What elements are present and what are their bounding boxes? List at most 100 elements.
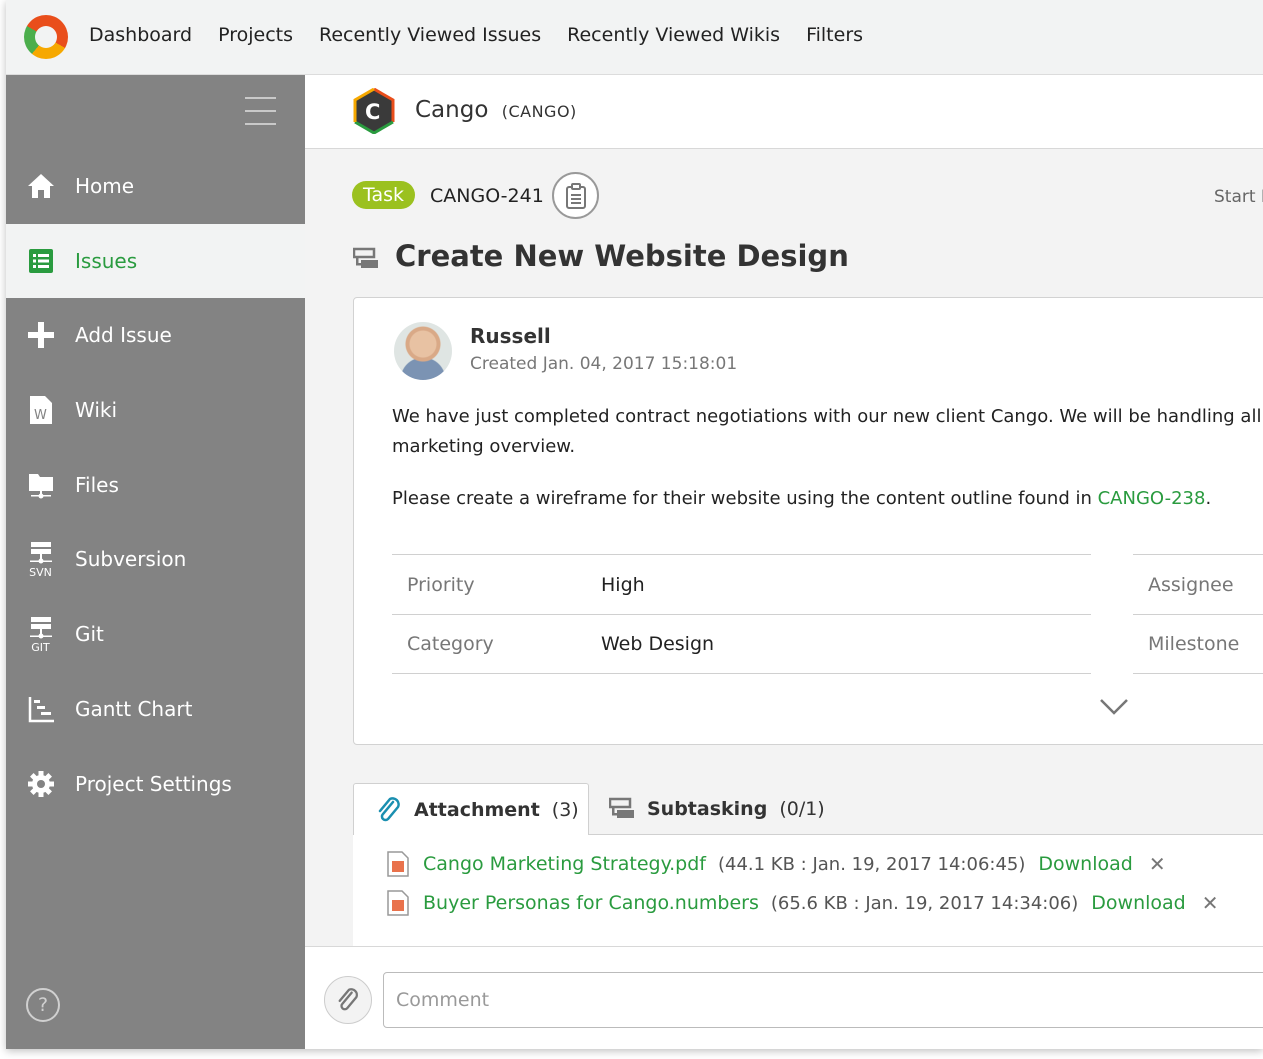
- description-suffix: .: [1205, 488, 1212, 509]
- comment-input[interactable]: [383, 972, 1263, 1028]
- attachment-meta: (44.1 KB : Jan. 19, 2017 14:06:45): [717, 853, 1026, 875]
- svn-icon: SVN: [6, 541, 75, 578]
- delete-icon[interactable]: ✕: [1149, 852, 1166, 876]
- field-row-category: Category Web Design: [392, 614, 1091, 674]
- wiki-document-icon: W: [6, 395, 75, 425]
- sidebar: Home Issues Add Issue W Wiki Files SVN S…: [6, 75, 305, 1049]
- nav-dashboard[interactable]: Dashboard: [89, 24, 192, 46]
- delete-icon[interactable]: ✕: [1202, 891, 1219, 915]
- project-name: Cango: [415, 97, 489, 123]
- sidebar-item-project-settings[interactable]: Project Settings: [6, 747, 305, 821]
- nav-projects[interactable]: Projects: [218, 24, 293, 46]
- sidebar-item-add-issue[interactable]: Add Issue: [6, 298, 305, 372]
- attach-file-button[interactable]: [324, 976, 372, 1024]
- sidebar-item-git[interactable]: GIT Git: [6, 597, 305, 671]
- project-key: (CANGO): [501, 102, 577, 121]
- nav-filters[interactable]: Filters: [806, 24, 863, 46]
- field-label: Milestone: [1148, 633, 1240, 655]
- sidebar-item-label: Wiki: [75, 398, 118, 422]
- issue-description: We have just completed contract negotiat…: [392, 406, 1262, 457]
- issue-link[interactable]: CANGO-238: [1098, 488, 1206, 509]
- sidebar-item-label: Git: [75, 622, 104, 646]
- issue-type-badge: Task: [352, 181, 416, 209]
- help-icon[interactable]: ?: [26, 988, 60, 1022]
- issues-list-icon: [6, 248, 75, 274]
- field-row-assignee: Assignee: [1133, 554, 1263, 614]
- project-header: C Cango (CANGO): [305, 75, 1263, 149]
- app-logo[interactable]: [24, 15, 68, 59]
- clipboard-icon: [565, 182, 586, 209]
- comment-bar: [305, 946, 1263, 1049]
- sidebar-item-label: Gantt Chart: [75, 697, 193, 721]
- plus-icon: [6, 321, 75, 349]
- created-info: Created Jan. 04, 2017 15:18:01: [470, 354, 737, 374]
- tab-subtasking[interactable]: Subtasking (0/1): [609, 783, 825, 835]
- download-link[interactable]: Download: [1038, 853, 1132, 875]
- avatar[interactable]: [394, 322, 452, 380]
- svg-text:W: W: [34, 408, 47, 423]
- description-text: Please create a wireframe for their webs…: [392, 488, 1098, 509]
- issue-description-line-2: Please create a wireframe for their webs…: [392, 488, 1211, 509]
- folder-icon: [6, 471, 75, 499]
- sidebar-item-subversion[interactable]: SVN Subversion: [6, 522, 305, 596]
- nav-recently-viewed-issues[interactable]: Recently Viewed Issues: [319, 24, 541, 46]
- subtask-icon: [609, 797, 634, 818]
- project-logo[interactable]: C: [351, 87, 397, 135]
- attachment-link[interactable]: Buyer Personas for Cango.numbers: [423, 892, 759, 914]
- gear-icon: [6, 770, 75, 798]
- sidebar-item-label: Subversion: [75, 547, 187, 571]
- field-row-milestone: Milestone: [1133, 614, 1263, 674]
- gantt-chart-icon: [6, 695, 75, 723]
- download-link[interactable]: Download: [1091, 892, 1185, 914]
- tab-attachment[interactable]: Attachment (3): [353, 783, 589, 836]
- created-label: Created: [470, 354, 538, 374]
- sidebar-item-label: Project Settings: [75, 772, 232, 796]
- sidebar-item-home[interactable]: Home: [6, 149, 305, 223]
- sidebar-item-label: Files: [75, 473, 119, 497]
- issue-detail-panel: Task CANGO-241 Start I Create New Websit…: [305, 149, 1263, 946]
- issue-fields-table-right: Assignee Milestone: [1133, 554, 1263, 674]
- hamburger-menu-icon[interactable]: [245, 97, 276, 127]
- attachment-link[interactable]: Cango Marketing Strategy.pdf: [423, 853, 706, 875]
- chevron-down-icon[interactable]: [1099, 698, 1129, 720]
- attachment-list: Cango Marketing Strategy.pdf (44.1 KB : …: [353, 835, 1263, 946]
- file-icon: [387, 851, 409, 877]
- field-value: Web Design: [601, 633, 715, 655]
- sidebar-item-issues[interactable]: Issues: [6, 224, 305, 298]
- field-label: Priority: [407, 573, 475, 596]
- top-navigation-bar: Dashboard Projects Recently Viewed Issue…: [6, 0, 1263, 75]
- sidebar-item-label: Home: [75, 174, 135, 198]
- nav-recently-viewed-wikis[interactable]: Recently Viewed Wikis: [567, 24, 780, 46]
- list-item: Cango Marketing Strategy.pdf (44.1 KB : …: [387, 851, 1166, 877]
- sidebar-item-gantt-chart[interactable]: Gantt Chart: [6, 672, 305, 746]
- sidebar-item-files[interactable]: Files: [6, 448, 305, 522]
- project-title[interactable]: Cango (CANGO): [415, 97, 577, 123]
- tab-count: (3): [551, 798, 579, 821]
- subtask-icon: [352, 247, 379, 275]
- sidebar-item-label: Add Issue: [75, 323, 172, 347]
- field-label: Category: [407, 633, 494, 655]
- start-label: Start I: [1214, 187, 1263, 207]
- list-item: Buyer Personas for Cango.numbers (65.6 K…: [387, 890, 1219, 916]
- home-icon: [6, 172, 75, 200]
- sidebar-item-label: Issues: [75, 249, 138, 273]
- field-value: High: [601, 573, 645, 596]
- attachment-meta: (65.6 KB : Jan. 19, 2017 14:34:06): [770, 892, 1079, 914]
- issue-card: Russell Created Jan. 04, 2017 15:18:01 W…: [353, 297, 1263, 745]
- git-sub-label: GIT: [31, 640, 50, 654]
- tab-label: Subtasking: [647, 798, 768, 820]
- issue-key: CANGO-241: [430, 185, 544, 207]
- copy-clipboard-button[interactable]: [552, 172, 599, 219]
- author-name[interactable]: Russell: [470, 324, 551, 348]
- git-icon: GIT: [6, 616, 75, 653]
- tab-label: Attachment: [414, 798, 540, 821]
- field-row-priority: Priority High: [392, 554, 1091, 614]
- file-icon: [387, 890, 409, 916]
- paperclip-icon: [378, 796, 400, 821]
- sidebar-item-wiki[interactable]: W Wiki: [6, 373, 305, 447]
- created-date: Jan. 04, 2017 15:18:01: [542, 354, 738, 374]
- tab-count: (0/1): [779, 798, 825, 820]
- issue-tabs: Attachment (3) Subtasking (0/1): [353, 783, 1263, 836]
- paperclip-icon: [338, 988, 358, 1011]
- top-nav-links: Dashboard Projects Recently Viewed Issue…: [89, 24, 863, 46]
